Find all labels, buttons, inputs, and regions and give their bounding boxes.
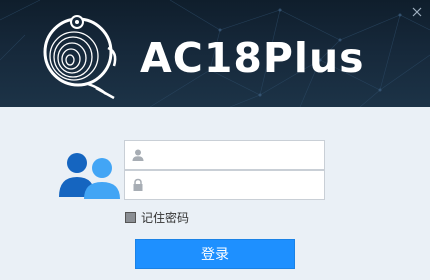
- password-input[interactable]: [149, 171, 321, 199]
- username-input[interactable]: [149, 141, 321, 169]
- webcam-logo-icon: [43, 15, 117, 100]
- close-button[interactable]: [410, 4, 424, 18]
- remember-password-label: 记住密码: [141, 210, 190, 225]
- users-icon: [59, 153, 120, 199]
- login-button[interactable]: 登录: [135, 239, 295, 269]
- close-icon: [412, 7, 422, 17]
- remember-checkbox[interactable]: [125, 211, 136, 223]
- remember-password-toggle[interactable]: 记住密码: [125, 209, 189, 225]
- password-field[interactable]: [124, 170, 325, 200]
- username-field[interactable]: [124, 140, 325, 170]
- app-title: AC18Plus: [140, 34, 365, 82]
- login-window: AC18Plus 记住密码 登录: [0, 0, 430, 280]
- header-banner: AC18Plus: [0, 0, 430, 107]
- person-icon: [132, 149, 144, 161]
- lock-icon: [133, 178, 143, 191]
